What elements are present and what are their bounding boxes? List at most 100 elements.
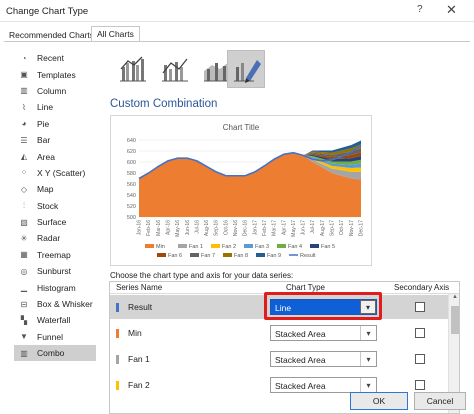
- series-row[interactable]: Fan 1 Stacked Area ▾: [110, 347, 448, 371]
- sidebar-item-waterfall[interactable]: ▚ Waterfall: [14, 312, 96, 328]
- column-chart-icon: ▥: [20, 86, 28, 96]
- y-tick-label: 600: [127, 160, 136, 166]
- legend-swatch: [256, 253, 265, 257]
- x-tick-label: Jun-17: [301, 220, 307, 236]
- combo-chart-icon: ▥: [20, 348, 28, 358]
- sidebar-item-surface[interactable]: ▧ Surface: [14, 214, 96, 230]
- sidebar-item-sunburst[interactable]: ◎ Sunburst: [14, 263, 96, 279]
- clustered-column-line-thumbnail[interactable]: [113, 50, 151, 88]
- sidebar-item-bar[interactable]: ☰ Bar: [14, 132, 96, 148]
- series-table-header: Series Name Chart Type Secondary Axis: [110, 282, 459, 294]
- legend-label: Fan 8: [234, 253, 248, 259]
- column-secondary-axis: Secondary Axis: [394, 283, 450, 292]
- radar-chart-icon: ✳: [20, 233, 28, 243]
- chevron-down-icon[interactable]: ▾: [360, 378, 376, 392]
- sidebar-item-pie[interactable]: ◕ Pie: [14, 116, 96, 132]
- series-row[interactable]: Result Line ▾: [110, 295, 448, 319]
- x-tick-label: Dec-16: [243, 220, 249, 236]
- sidebar-item-label: Combo: [37, 348, 65, 359]
- chart-type-select[interactable]: Stacked Area ▾: [270, 325, 377, 341]
- x-tick-label: Apr-17: [281, 220, 287, 235]
- help-button[interactable]: ?: [417, 4, 423, 15]
- x-tick-label: Jan-16: [137, 220, 143, 236]
- chart-preview: Chart Title 640 620 600 580 560 540 520 500 Jan-…: [110, 115, 372, 266]
- sidebar-item-box-whisker[interactable]: ⊟ Box & Whisker: [14, 296, 96, 312]
- chart-type-select[interactable]: Stacked Area ▾: [270, 351, 377, 367]
- chart-type-value: Stacked Area: [275, 381, 326, 391]
- scatter-chart-icon: ⁘: [20, 168, 28, 178]
- map-chart-icon: ◇: [20, 184, 28, 194]
- legend-label: Fan 4: [288, 244, 302, 250]
- waterfall-chart-icon: ▚: [20, 315, 28, 325]
- chart-type-value: Stacked Area: [275, 329, 326, 339]
- chevron-down-icon[interactable]: ▾: [360, 300, 376, 314]
- sidebar-item-label: Histogram: [37, 282, 76, 293]
- sidebar-item-label: Radar: [37, 233, 61, 244]
- ok-button[interactable]: OK: [350, 392, 408, 410]
- sidebar-item-label: Surface: [37, 217, 67, 228]
- series-name: Fan 2: [128, 380, 150, 390]
- close-button[interactable]: ✕: [446, 2, 457, 18]
- scroll-up-icon[interactable]: ▲: [449, 294, 459, 304]
- sidebar-item-combo[interactable]: ▥ Combo: [14, 345, 96, 362]
- y-tick-label: 520: [127, 204, 136, 210]
- chart-type-select[interactable]: Stacked Area ▾: [270, 377, 377, 393]
- clustered-column-line-secondary-thumbnail[interactable]: [155, 50, 193, 88]
- secondary-axis-checkbox[interactable]: [415, 328, 425, 338]
- secondary-axis-checkbox[interactable]: [415, 354, 425, 364]
- x-tick-label: May-17: [291, 220, 297, 237]
- sidebar-item-label: Stock: [37, 200, 59, 211]
- sidebar-item-funnel[interactable]: ▼ Funnel: [14, 329, 96, 345]
- column-chart-type: Chart Type: [286, 283, 325, 292]
- x-tick-label: Jul-16: [194, 220, 200, 234]
- series-name: Fan 1: [128, 354, 150, 364]
- chevron-down-icon[interactable]: ▾: [360, 326, 376, 340]
- sidebar-item-stock[interactable]: ⫶ Stock: [14, 198, 96, 214]
- sidebar-item-column[interactable]: ▥ Column: [14, 83, 96, 99]
- templates-icon: ▣: [20, 70, 28, 80]
- sidebar-item-map[interactable]: ◇ Map: [14, 181, 96, 197]
- sidebar-item-area[interactable]: ◭ Area: [14, 148, 96, 164]
- secondary-axis-checkbox[interactable]: [415, 302, 425, 312]
- sidebar-item-label: Waterfall: [37, 315, 71, 326]
- sidebar-item-templates[interactable]: ▣ Templates: [14, 66, 96, 82]
- sidebar-item-recent[interactable]: ◔ Recent: [14, 50, 96, 66]
- sidebar-item-radar[interactable]: ✳ Radar: [14, 230, 96, 246]
- title-bar: Change Chart Type ? ✕: [0, 0, 474, 22]
- x-tick-label: Jul-17: [310, 220, 316, 234]
- x-tick-label: Oct-17: [339, 220, 345, 235]
- legend-swatch: [157, 253, 166, 257]
- series-row[interactable]: Min Stacked Area ▾: [110, 321, 448, 345]
- legend-swatch: [178, 244, 187, 248]
- area-chart-icon: ◭: [20, 152, 28, 162]
- chart-svg: 640 620 600 580 560 540 520 500Jan-16 Feb-16 Mar-…: [127, 138, 365, 259]
- x-tick-label: Jun-16: [185, 220, 191, 236]
- window-title: Change Chart Type: [6, 6, 89, 17]
- funnel-chart-icon: ▼: [20, 332, 28, 342]
- x-tick-label: Mar-16: [156, 220, 162, 236]
- legend-swatch: [244, 244, 253, 248]
- secondary-axis-checkbox[interactable]: [415, 380, 425, 390]
- x-tick-label: Feb-17: [262, 220, 268, 236]
- legend-swatch: [277, 244, 286, 248]
- y-tick-label: 500: [127, 215, 136, 221]
- custom-combination-thumbnail[interactable]: [227, 50, 265, 88]
- sidebar-item-label: Funnel: [37, 331, 63, 342]
- chevron-down-icon[interactable]: ▾: [360, 352, 376, 366]
- y-tick-label: 640: [127, 138, 136, 144]
- clustered-column-line-secondary-icon: [162, 58, 188, 82]
- sidebar-item-line[interactable]: ⌇ Line: [14, 99, 96, 115]
- chart-type-select[interactable]: Line ▾: [270, 299, 377, 315]
- sidebar-item-treemap[interactable]: ▦ Treemap: [14, 247, 96, 263]
- scrollbar-thumb[interactable]: [451, 306, 459, 334]
- sidebar-item-x-y-scatter[interactable]: ⁘ X Y (Scatter): [14, 165, 96, 181]
- legend-label: Fan 5: [321, 244, 335, 250]
- y-tick-label: 620: [127, 149, 136, 155]
- sidebar-item-label: Map: [37, 184, 54, 195]
- treemap-chart-icon: ▦: [20, 250, 28, 260]
- sidebar-item-histogram[interactable]: ▁ Histogram: [14, 279, 96, 295]
- bar-chart-icon: ☰: [20, 135, 28, 145]
- section-title: Custom Combination: [110, 98, 218, 110]
- cancel-button[interactable]: Cancel: [414, 392, 466, 410]
- x-tick-label: Sep-16: [214, 220, 220, 236]
